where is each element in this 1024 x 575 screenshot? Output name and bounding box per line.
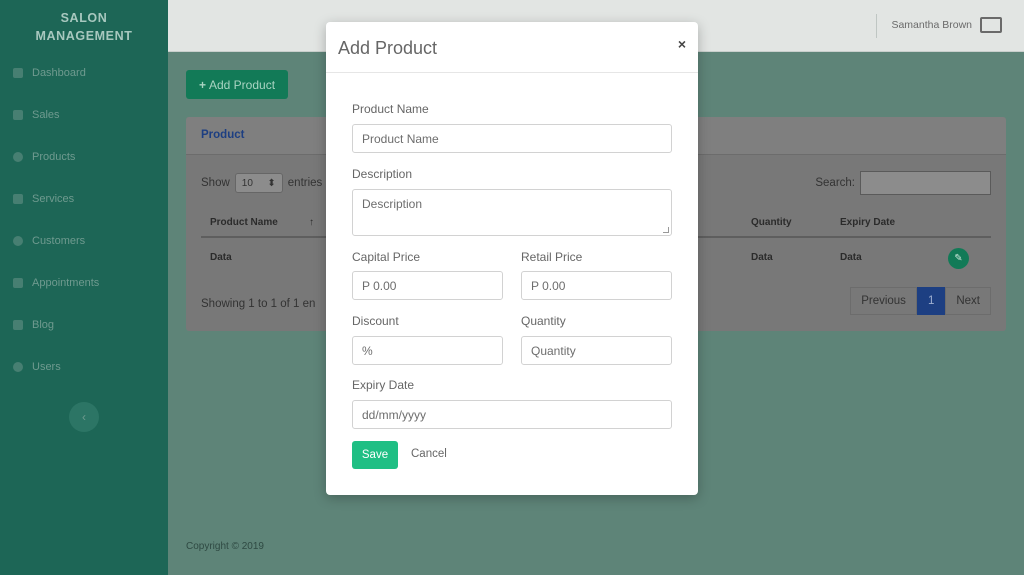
expiry-date-label: Expiry Date bbox=[352, 378, 415, 392]
quantity-label: Quantity bbox=[521, 314, 566, 328]
table-search: Search: bbox=[815, 171, 991, 195]
pagination-next[interactable]: Next bbox=[945, 287, 991, 315]
sidebar-item-label: Services bbox=[32, 193, 75, 205]
user-menu-icon[interactable] bbox=[980, 17, 1002, 33]
description-label: Description bbox=[352, 167, 413, 181]
edit-row-button[interactable]: ✎ bbox=[948, 248, 969, 269]
discount-label: Discount bbox=[352, 314, 399, 328]
dashboard-icon bbox=[13, 68, 23, 78]
blog-icon bbox=[13, 320, 23, 330]
description-textarea[interactable]: Description bbox=[352, 189, 672, 236]
product-name-label: Product Name bbox=[352, 102, 429, 116]
sidebar-item-label: Dashboard bbox=[32, 67, 86, 79]
entries-label: entries bbox=[287, 177, 323, 189]
product-name-input[interactable]: Product Name bbox=[352, 124, 672, 153]
resize-handle-icon[interactable] bbox=[663, 227, 669, 233]
chevron-left-icon: ‹ bbox=[82, 410, 86, 424]
edit-icon: ✎ bbox=[954, 253, 963, 264]
retail-price-input[interactable]: P 0.00 bbox=[521, 271, 672, 300]
cancel-button[interactable]: Cancel bbox=[411, 448, 447, 460]
footer-copyright: Copyright © 2019 bbox=[186, 541, 264, 552]
modal-title: Add Product bbox=[338, 38, 438, 58]
capital-price-label: Capital Price bbox=[352, 250, 421, 264]
sales-icon bbox=[13, 110, 23, 120]
entries-value: 10 bbox=[241, 177, 253, 189]
column-product-name[interactable]: Product Name bbox=[210, 217, 278, 228]
sidebar-item-label: Blog bbox=[32, 319, 55, 331]
sidebar-item-label: Users bbox=[32, 361, 61, 373]
column-quantity[interactable]: Quantity bbox=[751, 217, 792, 228]
sidebar-nav: Dashboard Sales Products Services Custom… bbox=[0, 52, 168, 388]
search-label: Search: bbox=[815, 177, 855, 189]
show-label: Show bbox=[201, 177, 230, 189]
entries-length-control: Show 10 ⬍ entries bbox=[201, 173, 322, 193]
column-expiry-date[interactable]: Expiry Date bbox=[840, 217, 895, 228]
sidebar-item-label: Customers bbox=[32, 235, 86, 247]
sidebar-item-label: Appointments bbox=[32, 277, 100, 289]
sidebar-item-users[interactable]: Users bbox=[0, 346, 168, 388]
sidebar-item-sales[interactable]: Sales bbox=[0, 94, 168, 136]
sidebar-collapse-button[interactable]: ‹ bbox=[69, 402, 99, 432]
customers-icon bbox=[13, 236, 23, 246]
table-info: Showing 1 to 1 of 1 en bbox=[201, 298, 316, 310]
pagination: Previous 1 Next bbox=[850, 287, 991, 315]
sidebar-item-products[interactable]: Products bbox=[0, 136, 168, 178]
sidebar-item-label: Products bbox=[32, 151, 76, 163]
sidebar: SALON MANAGEMENT Dashboard Sales Product… bbox=[0, 0, 168, 575]
pagination-page-1[interactable]: 1 bbox=[916, 287, 946, 315]
add-product-modal: Add Product × Product Name Product Name … bbox=[326, 22, 698, 495]
add-product-label: Add Product bbox=[208, 77, 276, 92]
plus-icon: + bbox=[198, 77, 206, 92]
save-button[interactable]: Save bbox=[352, 441, 398, 469]
close-icon[interactable]: × bbox=[678, 36, 686, 52]
add-product-button[interactable]: + Add Product bbox=[186, 70, 288, 99]
sidebar-item-appointments[interactable]: Appointments bbox=[0, 262, 168, 304]
cell-expiry-date: Data bbox=[840, 252, 862, 263]
products-icon bbox=[13, 152, 23, 162]
sidebar-item-blog[interactable]: Blog bbox=[0, 304, 168, 346]
brand-logo: SALON MANAGEMENT bbox=[0, 0, 168, 52]
capital-price-input[interactable]: P 0.00 bbox=[352, 271, 503, 300]
appointments-icon bbox=[13, 278, 23, 288]
users-icon bbox=[13, 362, 23, 372]
sort-arrows-icon: ⬍ bbox=[267, 177, 276, 189]
discount-input[interactable]: % bbox=[352, 336, 503, 365]
services-icon bbox=[13, 194, 23, 204]
topbar-divider bbox=[876, 14, 877, 38]
brand-line-1: SALON bbox=[60, 11, 108, 25]
cell-product-name: Data bbox=[210, 252, 232, 263]
sidebar-item-services[interactable]: Services bbox=[0, 178, 168, 220]
brand-line-2: MANAGEMENT bbox=[35, 29, 133, 43]
sidebar-item-customers[interactable]: Customers bbox=[0, 220, 168, 262]
expiry-date-input[interactable]: dd/mm/yyyy bbox=[352, 400, 672, 429]
sidebar-item-dashboard[interactable]: Dashboard bbox=[0, 52, 168, 94]
search-input[interactable] bbox=[860, 171, 991, 195]
retail-price-label: Retail Price bbox=[521, 250, 583, 264]
sort-asc-icon: ↑ bbox=[309, 217, 314, 228]
sidebar-item-label: Sales bbox=[32, 109, 60, 121]
modal-header: Add Product × bbox=[326, 22, 698, 73]
user-name[interactable]: Samantha Brown bbox=[891, 19, 972, 31]
pagination-previous[interactable]: Previous bbox=[850, 287, 917, 315]
quantity-input[interactable]: Quantity bbox=[521, 336, 672, 365]
entries-select[interactable]: 10 ⬍ bbox=[234, 173, 283, 193]
cell-quantity: Data bbox=[751, 252, 773, 263]
description-placeholder: Description bbox=[362, 197, 423, 211]
